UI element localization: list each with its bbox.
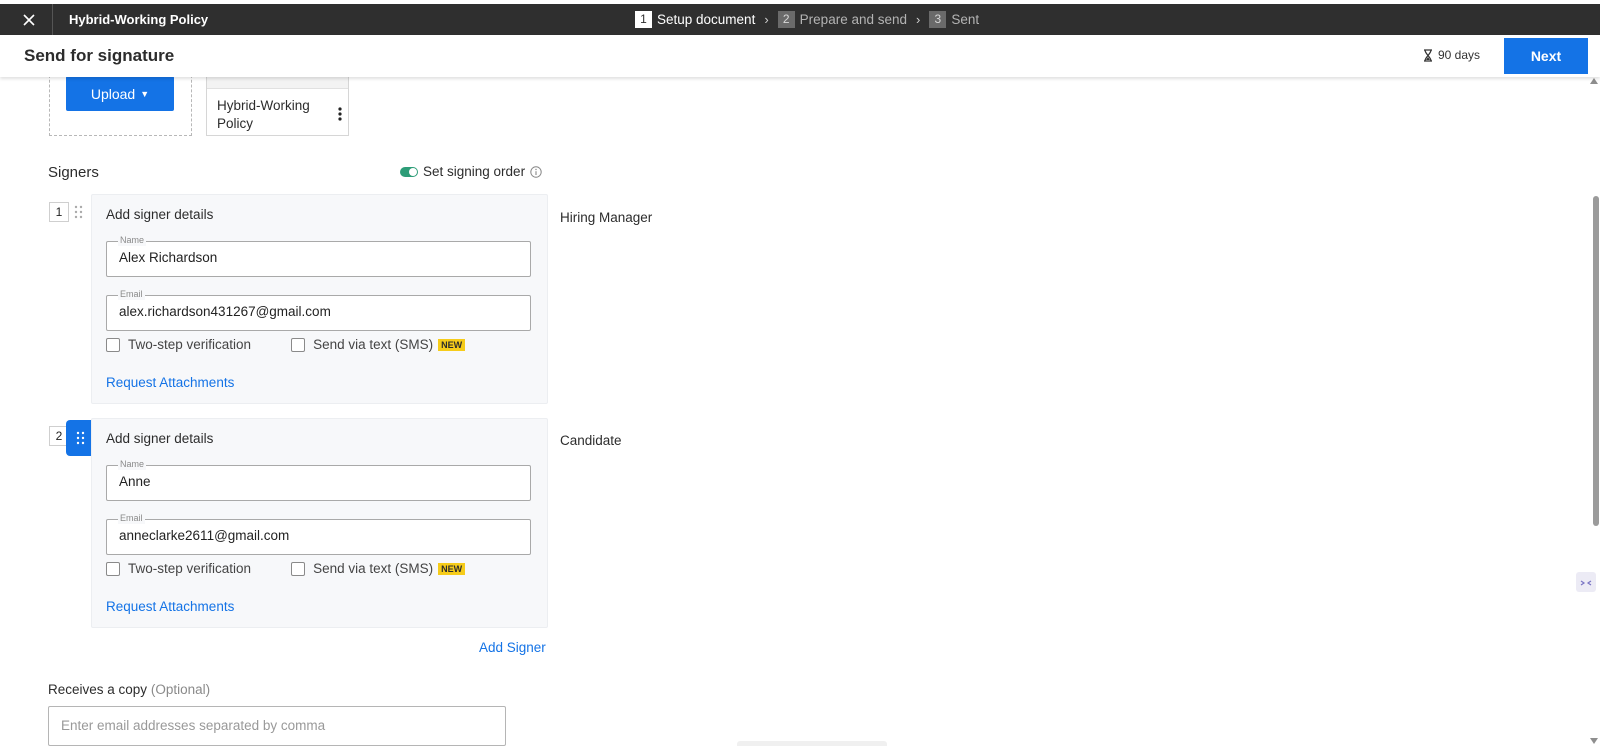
new-badge: NEW bbox=[438, 338, 466, 351]
progress-steps: 1 Setup document › 2 Prepare and send › … bbox=[635, 11, 979, 28]
email-field[interactable]: Email bbox=[106, 289, 531, 331]
signer-card: Add signer details Name Email Two-step v… bbox=[91, 194, 548, 404]
two-step-option[interactable]: Two-step verification bbox=[106, 561, 251, 576]
signers-title: Signers bbox=[48, 164, 99, 181]
receives-copy-text: Receives a copy bbox=[48, 682, 148, 697]
signer-card-heading: Add signer details bbox=[106, 431, 214, 446]
two-step-option[interactable]: Two-step verification bbox=[106, 337, 251, 352]
chevron-right-icon: › bbox=[764, 12, 769, 27]
bottom-panel-tab[interactable] bbox=[737, 741, 887, 746]
signer-card-heading: Add signer details bbox=[106, 207, 214, 222]
sms-checkbox[interactable] bbox=[291, 337, 306, 352]
scroll-up-arrow-icon[interactable] bbox=[1590, 78, 1598, 84]
toggle-switch[interactable] bbox=[400, 166, 418, 177]
side-panel-widget-icon[interactable] bbox=[1576, 572, 1596, 592]
signer-options: Two-step verification Send via text (SMS… bbox=[106, 337, 466, 352]
scrollbar-thumb[interactable] bbox=[1593, 196, 1599, 526]
name-field[interactable]: Name bbox=[106, 235, 531, 277]
email-field[interactable]: Email bbox=[106, 513, 531, 555]
signer-role[interactable]: Candidate bbox=[560, 433, 622, 448]
expiry-days: 90 days bbox=[1438, 48, 1481, 62]
step-label-prepare[interactable]: Prepare and send bbox=[800, 12, 907, 27]
sms-label: Send via text (SMS) bbox=[313, 337, 434, 352]
new-badge: NEW bbox=[438, 562, 466, 575]
email-input[interactable] bbox=[119, 304, 519, 319]
optional-text: (Optional) bbox=[150, 682, 211, 697]
close-icon[interactable] bbox=[19, 10, 39, 30]
next-button[interactable]: Next bbox=[1504, 38, 1588, 74]
name-input[interactable] bbox=[119, 250, 519, 265]
add-signer-link[interactable]: Add Signer bbox=[479, 640, 546, 655]
signer-order-number[interactable]: 1 bbox=[49, 202, 69, 222]
request-attachments-link[interactable]: Request Attachments bbox=[106, 599, 234, 614]
cc-email-field[interactable] bbox=[48, 706, 506, 746]
step-label-sent[interactable]: Sent bbox=[951, 12, 979, 27]
signing-order-label: Set signing order bbox=[423, 164, 526, 179]
chevron-right-icon: › bbox=[916, 12, 921, 27]
upload-button[interactable]: Upload ▼ bbox=[66, 76, 174, 111]
name-field-label: Name bbox=[118, 235, 147, 246]
email-field-label: Email bbox=[118, 513, 145, 524]
cc-email-input[interactable] bbox=[61, 718, 491, 733]
upload-button-label: Upload bbox=[90, 85, 136, 102]
divider bbox=[52, 4, 53, 35]
signing-order-toggle[interactable]: Set signing order bbox=[400, 164, 542, 179]
hourglass-icon bbox=[1424, 48, 1432, 62]
document-file-name: Hybrid-Working Policy bbox=[217, 98, 310, 131]
signer-options: Two-step verification Send via text (SMS… bbox=[106, 561, 466, 576]
caret-down-icon: ▼ bbox=[140, 88, 150, 99]
sms-label: Send via text (SMS) bbox=[313, 561, 434, 576]
step-label-setup[interactable]: Setup document bbox=[657, 12, 755, 27]
two-step-checkbox[interactable] bbox=[106, 561, 120, 576]
receives-copy-label: Receives a copy (Optional) bbox=[48, 682, 210, 697]
drag-handle-icon[interactable] bbox=[72, 205, 86, 219]
signer-role[interactable]: Hiring Manager bbox=[560, 210, 652, 225]
top-bar: Hybrid-Working Policy 1 Setup document ›… bbox=[0, 4, 1600, 35]
sms-option[interactable]: Send via text (SMS) NEW bbox=[291, 561, 466, 576]
email-field-label: Email bbox=[118, 289, 145, 300]
step-number-2: 2 bbox=[777, 11, 795, 28]
request-attachments-link[interactable]: Request Attachments bbox=[106, 375, 234, 390]
page-title: Send for signature bbox=[24, 46, 175, 65]
more-options-icon[interactable] bbox=[338, 107, 342, 121]
sms-checkbox[interactable] bbox=[291, 561, 306, 576]
name-input[interactable] bbox=[119, 474, 519, 489]
two-step-checkbox[interactable] bbox=[106, 337, 120, 352]
two-step-label: Two-step verification bbox=[128, 561, 252, 576]
two-step-label: Two-step verification bbox=[128, 337, 252, 352]
drag-handle-icon[interactable] bbox=[74, 431, 88, 445]
name-field[interactable]: Name bbox=[106, 459, 531, 501]
step-number-3: 3 bbox=[929, 11, 947, 28]
email-input[interactable] bbox=[119, 528, 519, 543]
document-card[interactable]: Hybrid-Working Policy bbox=[206, 70, 349, 136]
signer-card: Add signer details Name Email Two-step v… bbox=[91, 418, 548, 628]
name-field-label: Name bbox=[118, 459, 147, 470]
document-title: Hybrid-Working Policy bbox=[69, 12, 209, 27]
scroll-down-arrow-icon[interactable] bbox=[1590, 738, 1598, 744]
info-icon[interactable] bbox=[530, 165, 542, 178]
expiry-indicator[interactable]: 90 days bbox=[1423, 48, 1480, 62]
sms-option[interactable]: Send via text (SMS) NEW bbox=[291, 337, 466, 352]
step-number-1: 1 bbox=[635, 11, 652, 28]
page-header: Send for signature 90 days Next bbox=[0, 35, 1600, 77]
